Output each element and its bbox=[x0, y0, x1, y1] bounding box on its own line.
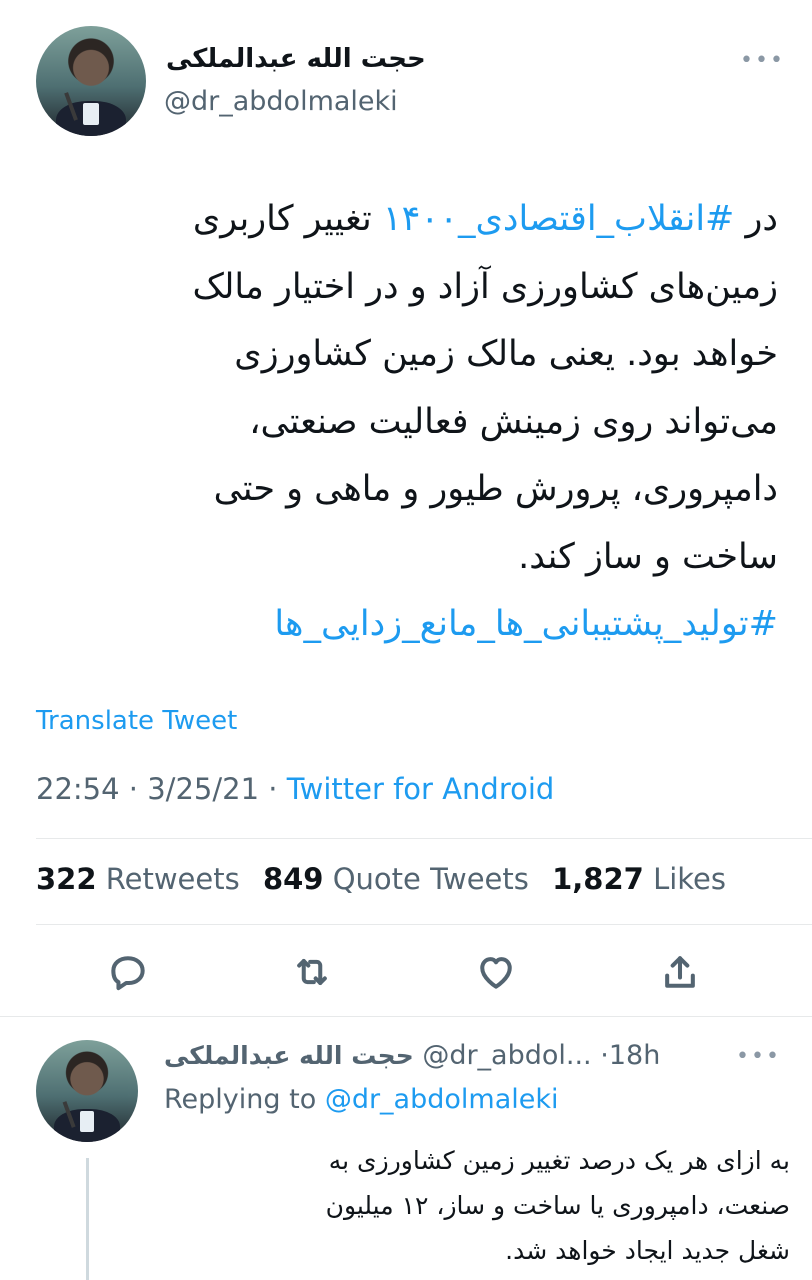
tweet-line: زمین‌های کشاورزی آزاد و در اختیار مالک bbox=[192, 266, 778, 307]
reply-time: 18h bbox=[608, 1040, 661, 1071]
replying-to: Replying to @dr_abdolmaleki bbox=[164, 1084, 559, 1115]
tweet-line: در #انقلاب_اقتصادی_۱۴۰۰ تغییر کاربری bbox=[192, 199, 778, 239]
replying-to-label: Replying to bbox=[164, 1084, 317, 1115]
tweet-meta: 22:54 · 3/25/21 · Twitter for Android bbox=[36, 772, 554, 806]
tweet-line: دامپروری، پرورش طیور و ماهی و حتی bbox=[213, 469, 778, 509]
tweet-date: 3/25/21 bbox=[147, 772, 260, 806]
more-horizontal-icon[interactable]: ••• bbox=[740, 48, 785, 73]
meta-separator: · bbox=[268, 772, 278, 806]
divider bbox=[36, 838, 812, 839]
like-icon[interactable] bbox=[474, 950, 518, 994]
retweets-stat[interactable]: 322 Retweets bbox=[36, 862, 240, 896]
author-name[interactable]: حجت الله عبدالملکی bbox=[166, 44, 426, 74]
tweet-line: #تولید_پشتیبانی_ها_مانع_زدایی_ها bbox=[36, 591, 778, 659]
likes-stat[interactable]: 1,827 Likes bbox=[552, 862, 726, 896]
reply-icon[interactable] bbox=[106, 950, 150, 994]
more-horizontal-icon[interactable]: ••• bbox=[736, 1044, 781, 1069]
replying-to-handle[interactable]: @dr_abdolmaleki bbox=[325, 1084, 559, 1115]
meta-separator: · bbox=[600, 1040, 609, 1071]
reply-handle[interactable]: @dr_abdol... bbox=[422, 1040, 591, 1071]
thread-line bbox=[86, 1158, 89, 1280]
reply-author-name[interactable]: حجت الله عبدالملکی bbox=[164, 1041, 414, 1070]
tweet-text: در #انقلاب_اقتصادی_۱۴۰۰ تغییر کاربری زمی… bbox=[36, 186, 778, 659]
author-handle[interactable]: @dr_abdolmaleki bbox=[164, 86, 398, 117]
hashtag-link[interactable]: #انقلاب_اقتصادی_۱۴۰۰ bbox=[383, 199, 735, 239]
tweet-time: 22:54 bbox=[36, 772, 120, 806]
retweet-icon[interactable] bbox=[290, 950, 334, 994]
hashtag-link[interactable]: #تولید_پشتیبانی_ها_مانع_زدایی_ها bbox=[274, 604, 778, 644]
reply-text: به ازای هر یک درصد تغییر زمین کشاورزی به… bbox=[200, 1138, 790, 1273]
divider bbox=[0, 1016, 812, 1017]
reply-line: صنعت، دامپروری یا ساخت و ساز، ۱۲ میلیون bbox=[325, 1191, 790, 1220]
meta-separator: · bbox=[128, 772, 139, 806]
reply-header: حجت الله عبدالملکی @dr_abdol... ·18h bbox=[164, 1040, 660, 1071]
reply-line: به ازای هر یک درصد تغییر زمین کشاورزی به bbox=[328, 1146, 790, 1175]
tweet-line: می‌تواند روی زمینش فعالیت صنعتی، bbox=[249, 401, 778, 442]
tweet-stats: 322 Retweets 849 Quote Tweets 1,827 Like… bbox=[36, 862, 726, 896]
translate-tweet-link[interactable]: Translate Tweet bbox=[36, 706, 237, 736]
quote-tweets-stat[interactable]: 849 Quote Tweets bbox=[263, 862, 529, 896]
reply-line: شغل جدید ایجاد خواهد شد. bbox=[505, 1236, 790, 1265]
avatar[interactable] bbox=[36, 26, 146, 136]
tweet-source-link[interactable]: Twitter for Android bbox=[287, 772, 555, 806]
share-icon[interactable] bbox=[658, 950, 702, 994]
avatar[interactable] bbox=[36, 1040, 138, 1142]
tweet-line: ساخت و ساز کند. bbox=[518, 536, 778, 577]
tweet-line: خواهد بود. یعنی مالک زمین کشاورزی bbox=[234, 334, 778, 374]
divider bbox=[36, 924, 812, 925]
